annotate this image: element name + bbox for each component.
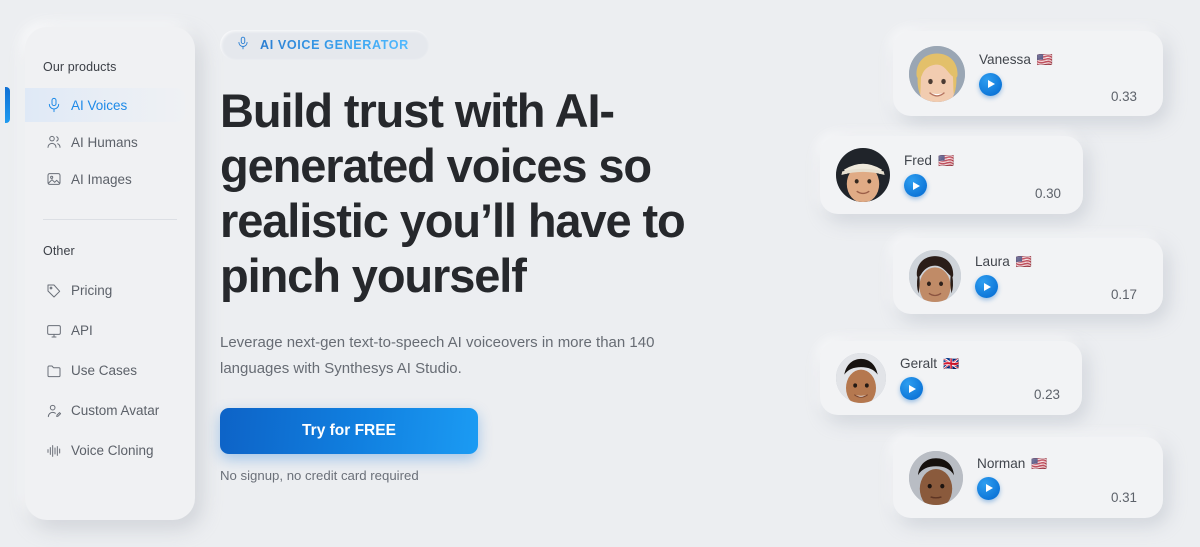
voice-name-row: Norman 🇺🇸	[977, 456, 1111, 471]
voice-name: Norman	[977, 455, 1026, 471]
avatar	[836, 148, 890, 202]
sidebar-item-ai-images[interactable]: AI Images	[25, 162, 185, 196]
voice-name-row: Vanessa 🇺🇸	[979, 52, 1111, 67]
ai-voice-generator-badge: AI VOICE GENERATOR	[220, 30, 429, 60]
play-icon	[984, 282, 991, 291]
sidebar-section-title-other: Other	[43, 244, 75, 258]
voice-score: 0.30	[1034, 186, 1061, 201]
monitor-icon	[45, 322, 62, 339]
voice-card[interactable]: Laura 🇺🇸 0.17	[893, 238, 1163, 314]
voice-name: Laura	[975, 254, 1010, 269]
voice-card-body: Geralt 🇬🇧	[886, 356, 1034, 400]
folder-icon	[45, 362, 62, 379]
sidebar-item-custom-avatar[interactable]: Custom Avatar	[25, 393, 185, 428]
sidebar-item-label: AI Humans	[71, 134, 138, 150]
flag-icon: 🇺🇸	[937, 153, 955, 168]
voice-card-body: Laura 🇺🇸	[961, 254, 1111, 298]
sidebar-item-label: API	[71, 323, 93, 338]
voice-card[interactable]: Geralt 🇬🇧 0.23	[820, 341, 1082, 415]
sidebar-item-ai-humans[interactable]: AI Humans	[25, 125, 185, 159]
play-icon	[909, 384, 916, 393]
voice-card[interactable]: Norman 🇺🇸 0.31	[893, 437, 1163, 518]
sidebar-item-label: Use Cases	[71, 363, 138, 378]
voice-name-row: Geralt 🇬🇧	[900, 356, 1034, 371]
voice-card[interactable]: Vanessa 🇺🇸 0.33	[893, 31, 1163, 116]
sidebar-item-label: AI Voices	[71, 97, 128, 113]
play-button[interactable]	[904, 174, 927, 197]
image-icon	[45, 171, 62, 188]
sidebar-item-voice-cloning[interactable]: Voice Cloning	[25, 433, 185, 468]
sidebar-item-use-cases[interactable]: Use Cases	[25, 353, 185, 388]
avatar	[909, 250, 961, 302]
sidebar-item-api[interactable]: API	[25, 313, 185, 348]
sidebar-item-ai-voices[interactable]: AI Voices	[5, 87, 185, 123]
sidebar-section-title-products: Our products	[43, 60, 117, 74]
sidebar: Our products AI Voices AI Humans AI Imag…	[5, 27, 195, 520]
play-button[interactable]	[975, 275, 998, 298]
sidebar-item-label: Pricing	[71, 283, 113, 298]
play-icon	[913, 181, 920, 190]
microphone-icon	[45, 97, 62, 114]
avatar	[909, 450, 963, 505]
flag-icon: 🇬🇧	[943, 356, 960, 371]
sidebar-nav-products: AI Voices AI Humans AI Images	[5, 87, 195, 196]
voice-score: 0.31	[1110, 490, 1137, 505]
play-button[interactable]	[900, 377, 923, 400]
voice-score: 0.17	[1110, 287, 1137, 302]
voice-score: 0.33	[1110, 89, 1137, 104]
user-edit-icon	[45, 402, 62, 419]
avatar	[909, 45, 965, 102]
voice-name: Vanessa	[979, 51, 1031, 67]
voice-card-body: Norman 🇺🇸	[963, 456, 1111, 500]
sidebar-item-pricing[interactable]: Pricing	[25, 273, 185, 308]
flag-icon: 🇺🇸	[1031, 455, 1048, 471]
sidebar-item-label: Custom Avatar	[71, 403, 160, 418]
voice-card[interactable]: Fred 🇺🇸 0.30	[820, 136, 1083, 214]
voice-card-body: Vanessa 🇺🇸	[965, 52, 1111, 96]
voice-score: 0.23	[1033, 387, 1060, 402]
tag-icon	[45, 282, 62, 299]
microphone-icon	[236, 36, 250, 55]
hero-subtitle: Leverage next-gen text-to-speech AI voic…	[220, 334, 655, 377]
voice-name: Geralt	[900, 356, 938, 371]
avatar	[836, 353, 886, 403]
voice-name-row: Fred 🇺🇸	[904, 153, 1035, 168]
cta-note: No signup, no credit card required	[220, 468, 419, 483]
page-title: Build trust with AI-generated voices so …	[220, 84, 686, 302]
sidebar-nav-other: Pricing API Use Cases Custom Avatar Voic	[25, 273, 195, 468]
sidebar-item-label: Voice Cloning	[71, 443, 154, 458]
badge-label: AI VOICE GENERATOR	[260, 38, 409, 52]
play-button[interactable]	[977, 476, 1000, 500]
hero-section: AI VOICE GENERATOR Build trust with AI-g…	[220, 30, 780, 483]
voice-name-row: Laura 🇺🇸	[975, 254, 1111, 269]
play-button[interactable]	[979, 72, 1002, 96]
voice-card-body: Fred 🇺🇸	[890, 153, 1035, 197]
flag-icon: 🇺🇸	[1015, 254, 1032, 269]
flag-icon: 🇺🇸	[1036, 51, 1054, 67]
play-icon	[988, 80, 995, 88]
waveform-icon	[45, 442, 62, 459]
sidebar-item-label: AI Images	[71, 171, 132, 187]
voice-name: Fred	[904, 153, 932, 168]
try-for-free-button[interactable]: Try for FREE	[220, 408, 478, 454]
play-icon	[986, 484, 993, 492]
users-icon	[45, 134, 62, 151]
